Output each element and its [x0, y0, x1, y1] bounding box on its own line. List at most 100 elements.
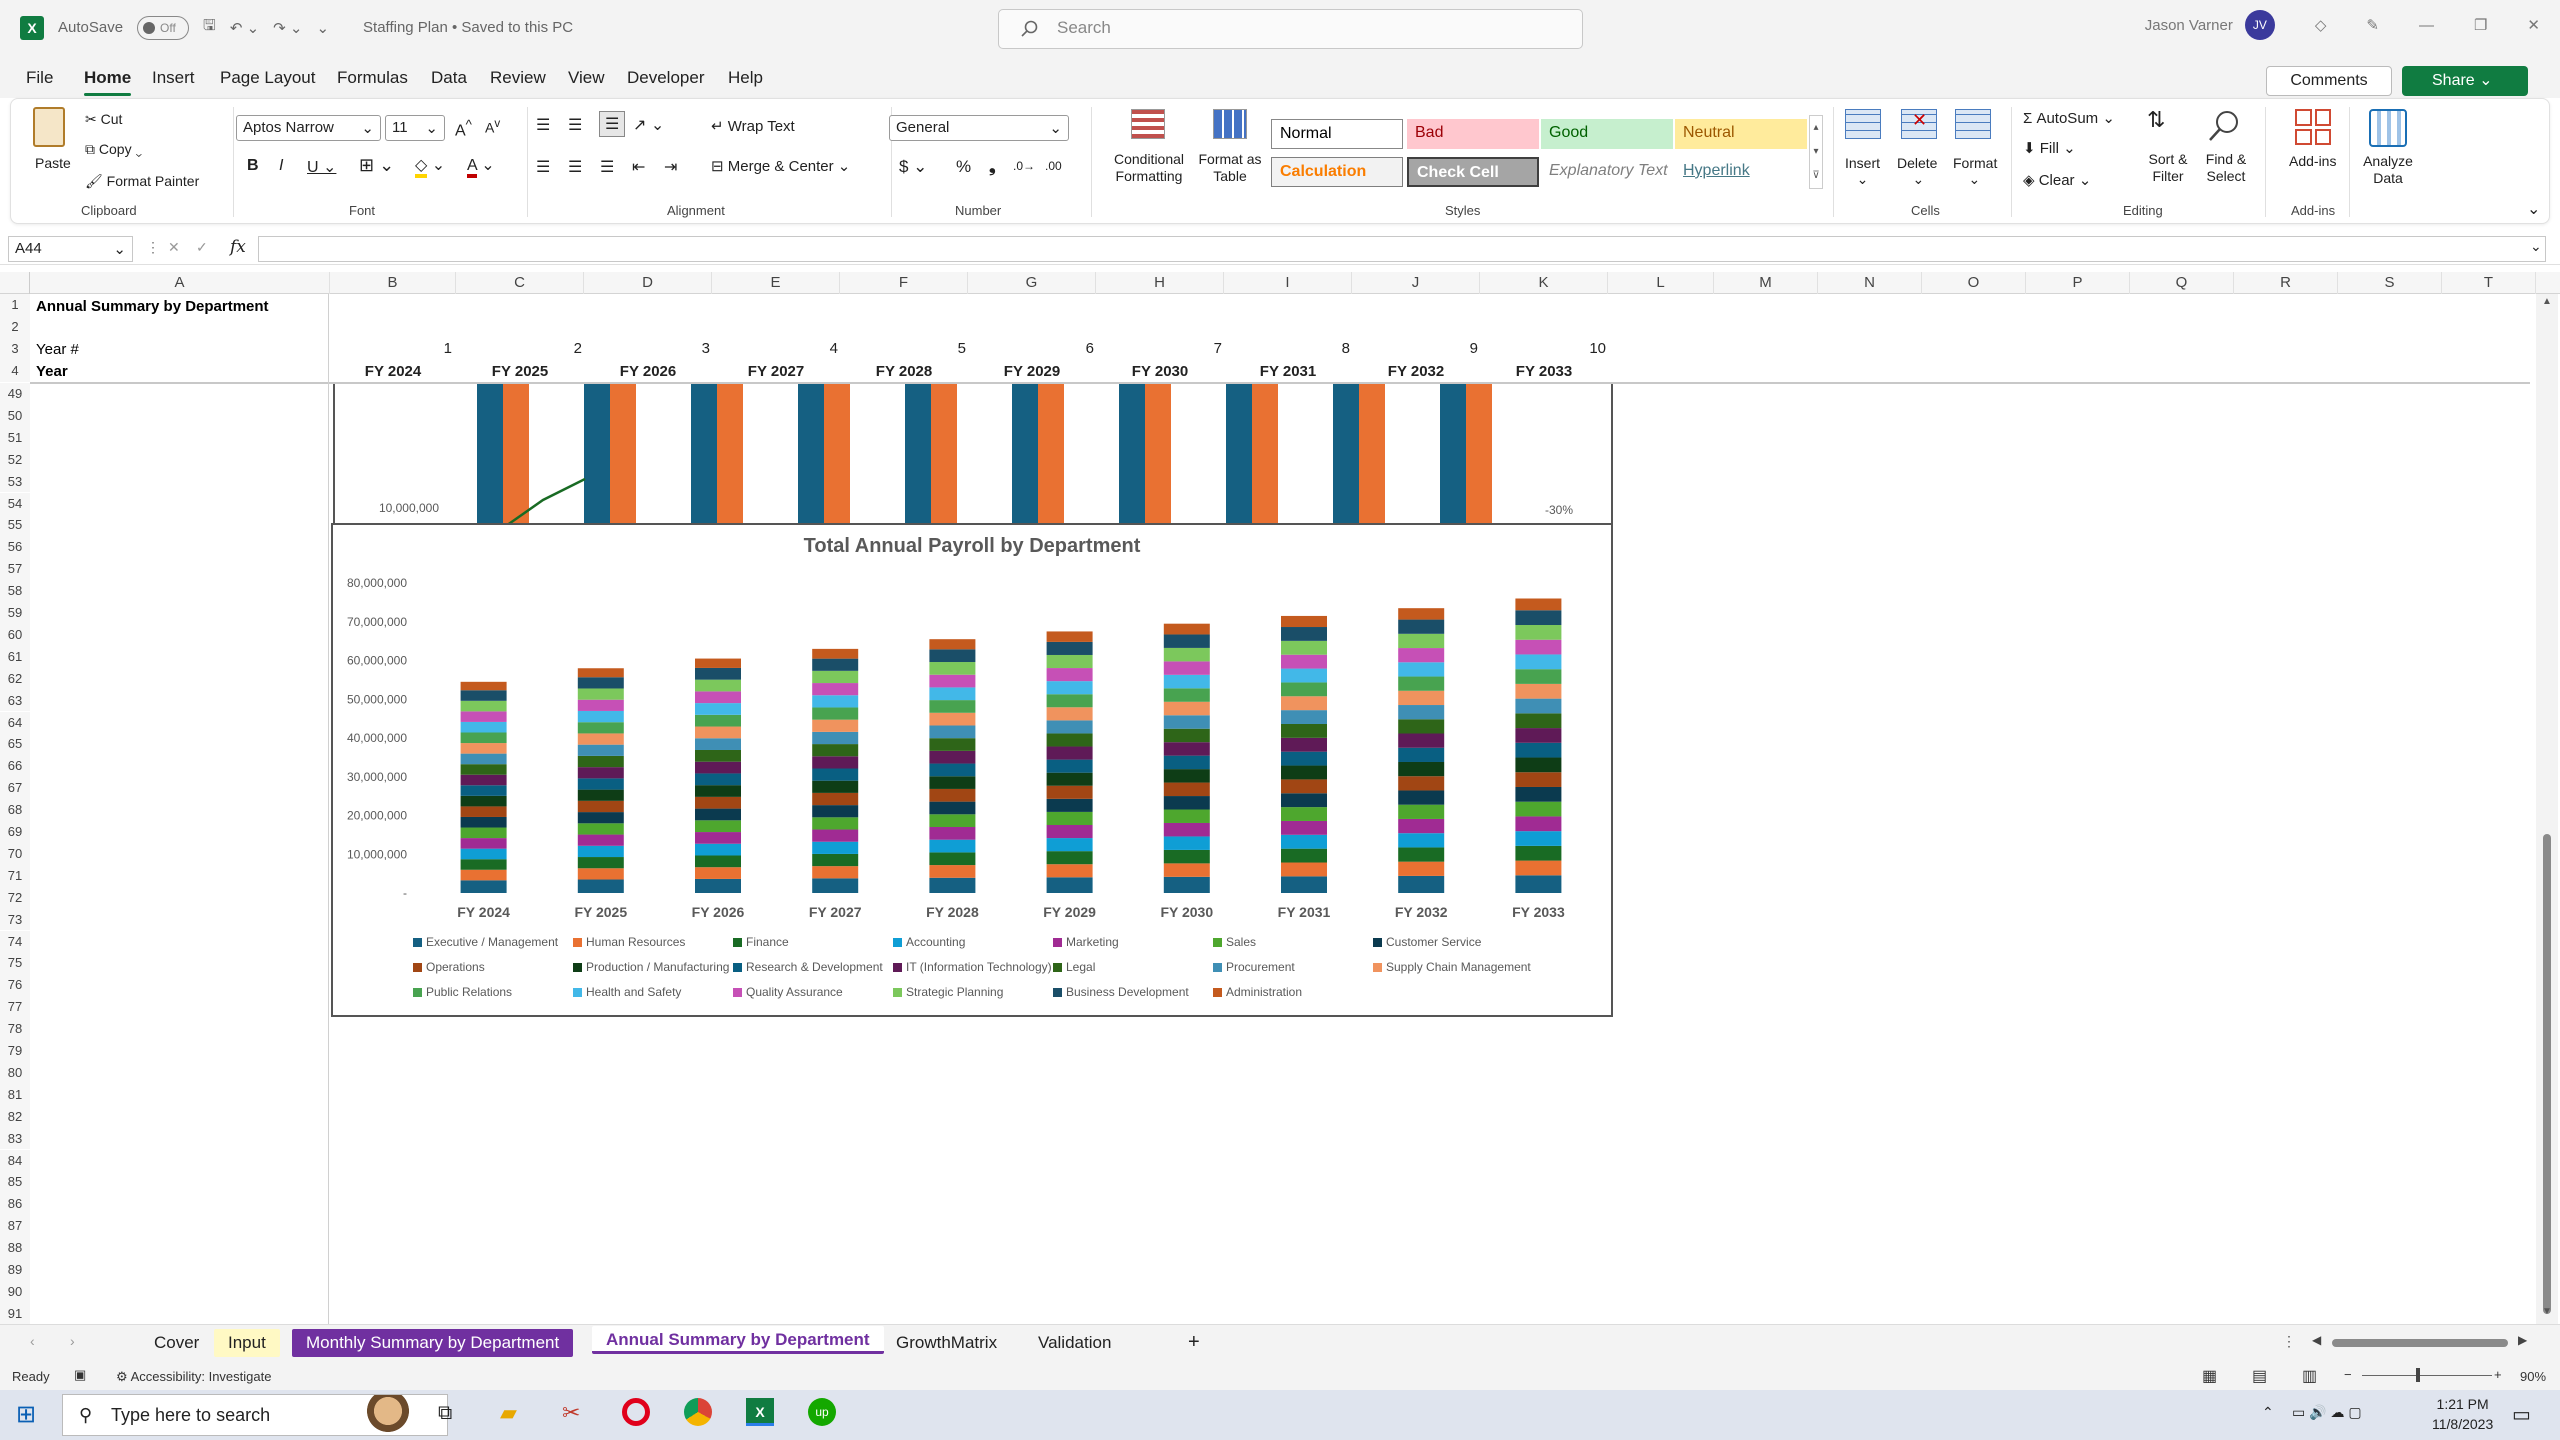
task-view-icon[interactable]: ⧉ — [438, 1402, 452, 1425]
year-number-cell[interactable]: 10 — [1546, 340, 1606, 357]
style-good[interactable]: Good — [1541, 119, 1673, 149]
page-break-view-icon[interactable]: ▥ — [2302, 1366, 2317, 1386]
formula-input[interactable] — [258, 236, 2546, 262]
autosum-button[interactable]: Σ AutoSum ⌄ — [2023, 109, 2115, 127]
fill-button[interactable]: ⬇ Fill ⌄ — [2023, 139, 2076, 157]
vertical-scrollbar[interactable]: ▲ ▼ — [2536, 294, 2558, 1324]
format-as-table-icon[interactable] — [1213, 109, 1247, 139]
cell-a1-title[interactable]: Annual Summary by Department — [36, 298, 269, 315]
row-header-84[interactable]: 84 — [0, 1150, 30, 1172]
year-number-cell[interactable]: 7 — [1162, 340, 1222, 357]
pen-icon[interactable]: ✎ — [2366, 16, 2379, 34]
row-header-86[interactable]: 86 — [0, 1193, 30, 1215]
row-header-53[interactable]: 53 — [0, 471, 30, 493]
align-middle-icon[interactable]: ☰ — [568, 115, 582, 135]
row-header-52[interactable]: 52 — [0, 449, 30, 471]
accessibility-status[interactable]: ⚙ Accessibility: Investigate — [116, 1369, 271, 1385]
row-header-77[interactable]: 77 — [0, 996, 30, 1018]
cut-button[interactable]: ✂ Cut — [85, 111, 122, 128]
tray-icons[interactable]: ▭ 🔊 ☁ ▢ — [2292, 1404, 2362, 1421]
currency-icon[interactable]: $ ⌄ — [899, 157, 927, 177]
format-painter-button[interactable]: 🖌 Format Painter — [85, 173, 199, 190]
menu-page-layout[interactable]: Page Layout — [220, 68, 315, 88]
tab-validation[interactable]: Validation — [1024, 1329, 1125, 1357]
column-header-t[interactable]: T — [2442, 272, 2536, 294]
year-name-cell[interactable]: FY 2031 — [1228, 363, 1348, 380]
format-cells-icon[interactable] — [1955, 109, 1991, 139]
menu-review[interactable]: Review — [490, 68, 546, 88]
clear-button[interactable]: ◈ Clear ⌄ — [2023, 171, 2091, 189]
page-layout-view-icon[interactable]: ▤ — [2252, 1366, 2267, 1386]
tray-chevron-icon[interactable]: ⌃ — [2262, 1404, 2274, 1421]
column-header-p[interactable]: P — [2026, 272, 2130, 294]
comma-icon[interactable]: ❟ — [989, 157, 996, 177]
format-as-table-button[interactable]: Format as Table — [1193, 151, 1267, 185]
minimize-icon[interactable]: — — [2419, 17, 2434, 34]
row-header-2[interactable]: 2 — [0, 316, 30, 338]
row-header-56[interactable]: 56 — [0, 536, 30, 558]
row-header-70[interactable]: 70 — [0, 843, 30, 865]
menu-help[interactable]: Help — [728, 68, 763, 88]
row-header-63[interactable]: 63 — [0, 690, 30, 712]
year-name-cell[interactable]: FY 2033 — [1484, 363, 1604, 380]
insert-cells-icon[interactable] — [1845, 109, 1881, 139]
row-header-85[interactable]: 85 — [0, 1171, 30, 1193]
row-header-82[interactable]: 82 — [0, 1106, 30, 1128]
year-name-cell[interactable]: FY 2030 — [1100, 363, 1220, 380]
menu-data[interactable]: Data — [431, 68, 467, 88]
row-header-1[interactable]: 1 — [0, 294, 30, 316]
cancel-icon[interactable]: ✕ — [168, 239, 180, 256]
year-name-cell[interactable]: FY 2028 — [844, 363, 964, 380]
format-button[interactable]: Format ⌄ — [1953, 155, 1997, 188]
delete-cells-icon[interactable]: ✕ — [1901, 109, 1937, 139]
column-header-i[interactable]: I — [1224, 272, 1352, 294]
column-header-h[interactable]: H — [1096, 272, 1224, 294]
notifications-icon[interactable]: ▭ — [2512, 1402, 2531, 1427]
vertical-scroll-thumb[interactable] — [2543, 834, 2551, 1314]
search-input[interactable]: Search — [998, 9, 1583, 49]
column-header-b[interactable]: B — [330, 272, 456, 294]
row-header-74[interactable]: 74 — [0, 931, 30, 953]
row-header-4[interactable]: 4 — [0, 360, 30, 382]
style-bad[interactable]: Bad — [1407, 119, 1539, 149]
add-ins-button[interactable]: Add-ins — [2289, 153, 2336, 169]
menu-formulas[interactable]: Formulas — [337, 68, 408, 88]
cell-a3-label[interactable]: Year # — [36, 341, 79, 358]
save-icon[interactable]: 🖫 — [203, 15, 216, 40]
year-number-cell[interactable]: 5 — [906, 340, 966, 357]
zoom-level[interactable]: 90% — [2520, 1369, 2546, 1384]
row-header-66[interactable]: 66 — [0, 755, 30, 777]
increase-indent-icon[interactable]: ⇥ — [664, 157, 677, 177]
row-header-67[interactable]: 67 — [0, 777, 30, 799]
horizontal-scroll-thumb[interactable] — [2332, 1339, 2508, 1347]
name-box[interactable]: A44⌄ — [8, 236, 133, 262]
row-header-49[interactable]: 49 — [0, 383, 30, 405]
macro-record-icon[interactable]: ▣ — [74, 1367, 86, 1383]
year-name-cell[interactable]: FY 2026 — [588, 363, 708, 380]
menu-insert[interactable]: Insert — [152, 68, 195, 88]
zoom-slider[interactable] — [2362, 1375, 2492, 1376]
align-top-icon[interactable]: ☰ — [536, 115, 550, 135]
align-bottom-icon[interactable]: ☰ — [599, 111, 625, 137]
conditional-formatting-icon[interactable] — [1131, 109, 1165, 139]
row-header-71[interactable]: 71 — [0, 865, 30, 887]
row-header-76[interactable]: 76 — [0, 974, 30, 996]
align-left-icon[interactable]: ☰ — [536, 157, 550, 177]
bold-button[interactable]: B — [247, 157, 259, 175]
increase-decimal-icon[interactable]: .0→ — [1013, 159, 1035, 173]
number-format-select[interactable]: General⌄ — [889, 115, 1069, 141]
row-header-69[interactable]: 69 — [0, 821, 30, 843]
row-header-59[interactable]: 59 — [0, 602, 30, 624]
row-header-81[interactable]: 81 — [0, 1084, 30, 1106]
taskbar-clock[interactable]: 1:21 PM11/8/2023 — [2432, 1394, 2493, 1434]
row-header-68[interactable]: 68 — [0, 799, 30, 821]
row-header-51[interactable]: 51 — [0, 427, 30, 449]
file-explorer-icon[interactable]: ▰ — [500, 1400, 517, 1426]
sort-filter-icon[interactable]: ⇅ — [2147, 107, 2165, 133]
customize-qat-icon[interactable]: ⌄ — [316, 19, 329, 37]
enter-icon[interactable]: ✓ — [196, 239, 208, 256]
decrease-decimal-icon[interactable]: .00 — [1045, 159, 1062, 173]
borders-icon[interactable]: ⊞ ⌄ — [359, 155, 394, 176]
font-size-select[interactable]: 11⌄ — [385, 115, 445, 141]
zoom-in-icon[interactable]: + — [2494, 1367, 2502, 1382]
